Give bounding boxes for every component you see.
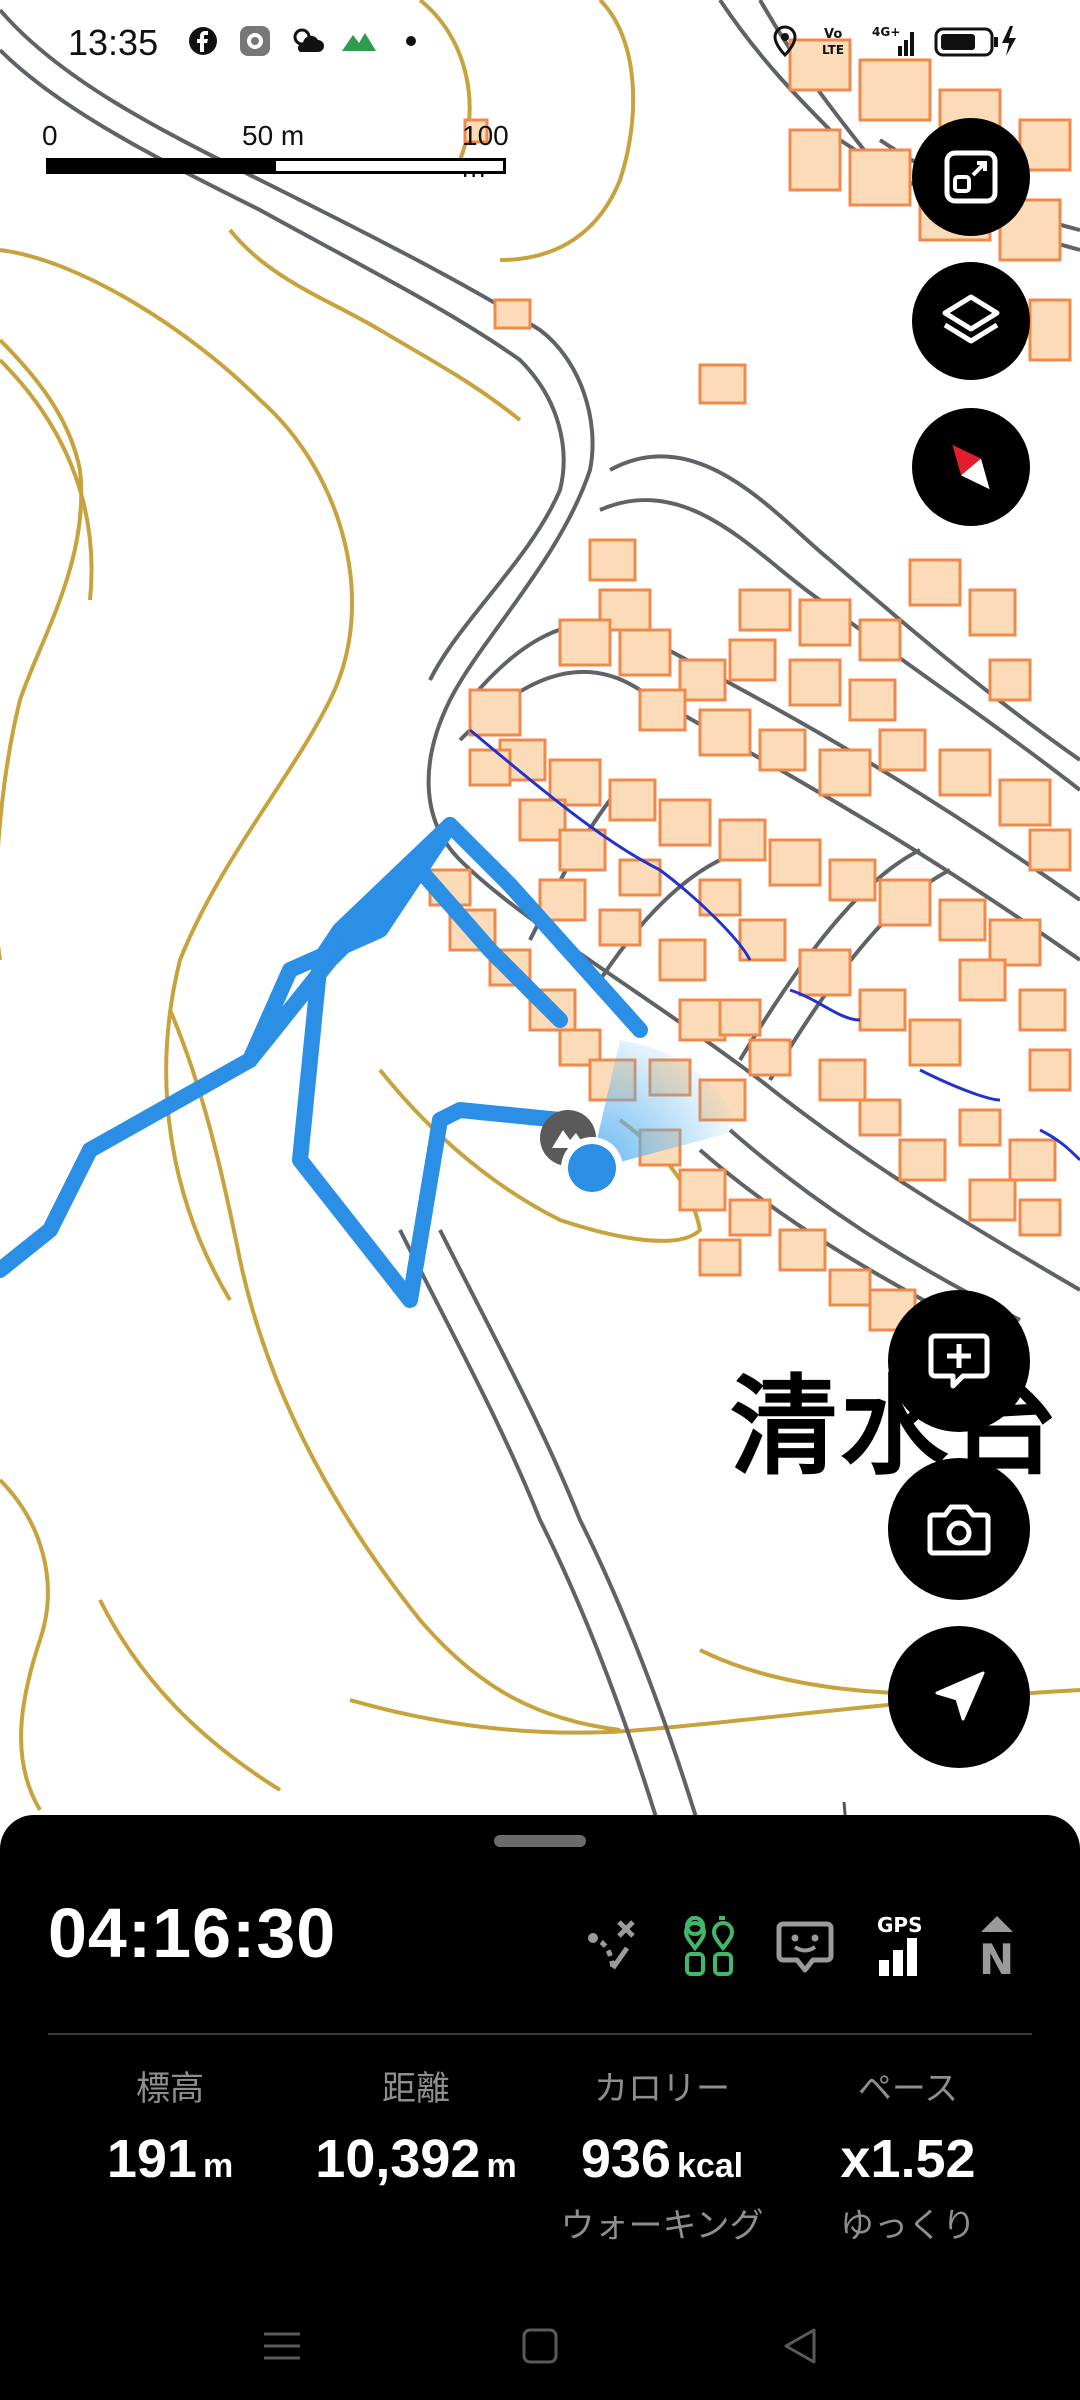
layers-icon xyxy=(942,294,1000,344)
scale-label-0: 0 xyxy=(42,120,58,151)
chat-face-icon[interactable] xyxy=(770,1911,840,1981)
location-icon xyxy=(768,24,802,58)
sheet-drag-handle[interactable] xyxy=(494,1835,586,1847)
current-location-dot xyxy=(561,1137,623,1199)
stat-label: カロリー xyxy=(594,2069,730,2109)
settings-app-icon xyxy=(238,24,272,58)
fit-screen-icon xyxy=(944,150,998,204)
stat-label: ペース xyxy=(857,2069,959,2109)
stat-label: 距離 xyxy=(382,2069,450,2109)
waypoints-icon[interactable] xyxy=(674,1911,744,1981)
camera-icon xyxy=(927,1504,991,1556)
status-time: 13:35 xyxy=(68,22,159,63)
menu-icon[interactable] xyxy=(252,2316,312,2376)
svg-text:LTE: LTE xyxy=(822,43,844,57)
weather-icon xyxy=(290,24,324,58)
scale-bar: 0 50 m 100 m xyxy=(40,120,520,183)
svg-text:Vo: Vo xyxy=(824,27,842,42)
stat-calories: カロリー 936 kcal ウォーキング xyxy=(542,2061,782,2247)
4g-signal-icon: 4G+ xyxy=(872,24,916,58)
dot-icon xyxy=(394,24,428,58)
back-icon[interactable] xyxy=(770,2316,830,2376)
compass-icon xyxy=(952,444,990,490)
tracking-panel: 04:16:30 GPS N 標高 191 m 距離 10,392 m カロリー 9… xyxy=(0,1815,1080,2400)
status-bar: 13:35 Vo LTE 4G+ xyxy=(0,0,1080,96)
gps-signal-icon[interactable]: GPS xyxy=(866,1911,936,1981)
north-up-icon[interactable]: N xyxy=(962,1911,1032,1981)
navigation-arrow-icon xyxy=(935,1671,985,1721)
stat-value: x1.52 xyxy=(840,2129,976,2189)
stat-value: 191 m xyxy=(106,2129,234,2189)
stat-value: 10,392 m xyxy=(315,2129,517,2189)
stat-label: 標高 xyxy=(136,2069,204,2109)
add-memo-button[interactable] xyxy=(888,1290,1030,1432)
stat-elevation: 標高 191 m xyxy=(50,2061,290,2190)
svg-text:N: N xyxy=(979,1935,1014,1978)
add-memo-icon xyxy=(928,1333,990,1389)
scale-label-50: 50 m xyxy=(242,120,305,151)
scale-bar-graphic xyxy=(46,158,506,174)
svg-text:GPS: GPS xyxy=(877,1914,922,1937)
activity-type: ウォーキング xyxy=(560,2206,764,2246)
layers-button[interactable] xyxy=(912,262,1030,380)
pace-description: ゆっくり xyxy=(840,2206,976,2246)
battery-charging-icon xyxy=(934,24,1020,58)
panel-toolbar: GPS N xyxy=(0,1911,1080,1991)
stat-pace: ペース x1.52 ゆっくり xyxy=(788,2061,1028,2247)
fit-screen-button[interactable] xyxy=(912,118,1030,236)
svg-text:4G+: 4G+ xyxy=(872,25,900,39)
home-icon[interactable] xyxy=(510,2316,570,2376)
scale-label-100: 100 m xyxy=(462,120,509,183)
route-off-icon[interactable] xyxy=(578,1911,648,1981)
camera-button[interactable] xyxy=(888,1458,1030,1600)
facebook-icon xyxy=(186,24,220,58)
volte-icon: Vo LTE xyxy=(820,24,854,58)
system-nav-bar xyxy=(0,2290,1080,2400)
mountain-app-icon xyxy=(342,24,376,58)
panel-divider xyxy=(48,2033,1032,2035)
compass-button[interactable] xyxy=(912,408,1030,526)
stat-distance: 距離 10,392 m xyxy=(296,2061,536,2190)
stat-value: 936 kcal xyxy=(580,2129,744,2189)
locate-me-button[interactable] xyxy=(888,1626,1030,1768)
